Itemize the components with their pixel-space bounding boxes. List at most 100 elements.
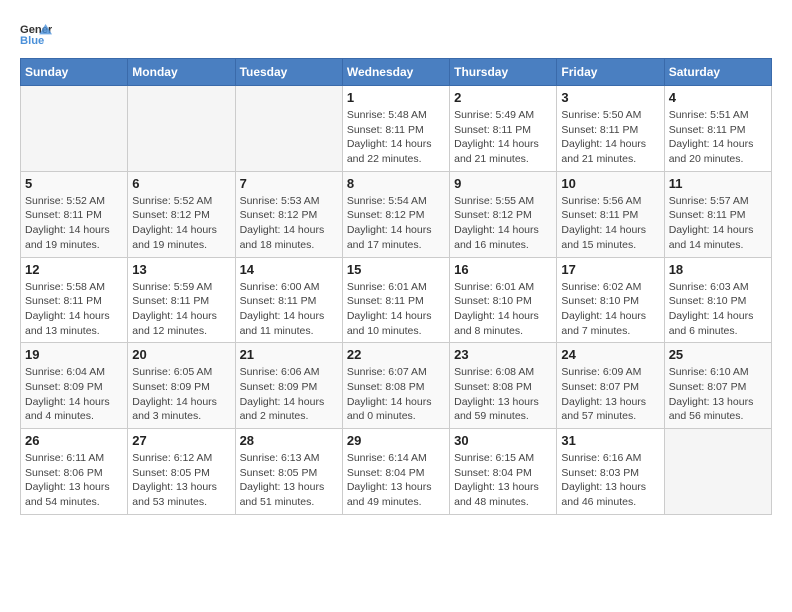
day-number: 22 (347, 347, 445, 362)
day-number: 30 (454, 433, 552, 448)
day-number: 14 (240, 262, 338, 277)
calendar-day-cell: 23Sunrise: 6:08 AM Sunset: 8:08 PM Dayli… (450, 343, 557, 429)
day-number: 31 (561, 433, 659, 448)
day-of-week-header: Monday (128, 59, 235, 86)
day-info: Sunrise: 5:59 AM Sunset: 8:11 PM Dayligh… (132, 280, 230, 339)
day-number: 11 (669, 176, 767, 191)
page-header: General Blue (20, 20, 772, 48)
calendar-week-row: 26 Sunrise: 6:11 AM Sunset: 8:06 PM Dayli… (21, 429, 772, 515)
calendar-day-cell: 11 Sunrise: 5:57 AM Sunset: 8:11 PM Dayli… (664, 171, 771, 257)
day-info: Sunrise: 6:01 AM Sunset: 8:11 PM Dayligh… (347, 280, 445, 339)
calendar-day-cell: 7 Sunrise: 5:53 AM Sunset: 8:12 PM Daylig… (235, 171, 342, 257)
calendar-day-cell: 9Sunrise: 5:55 AM Sunset: 8:12 PM Daylig… (450, 171, 557, 257)
calendar-day-cell: 28 Sunrise: 6:13 AM Sunset: 8:05 PM Dayli… (235, 429, 342, 515)
day-info: Sunrise: 6:14 AM Sunset: 8:04 PM Dayligh… (347, 451, 445, 510)
calendar-day-cell: 14 Sunrise: 6:00 AM Sunset: 8:11 PM Dayli… (235, 257, 342, 343)
day-number: 25 (669, 347, 767, 362)
day-number: 12 (25, 262, 123, 277)
calendar-day-cell: 3 Sunrise: 5:50 AM Sunset: 8:11 PM Daylig… (557, 86, 664, 172)
logo: General Blue (20, 20, 52, 48)
day-number: 29 (347, 433, 445, 448)
day-number: 18 (669, 262, 767, 277)
day-number: 5 (25, 176, 123, 191)
calendar-day-cell: 8 Sunrise: 5:54 AM Sunset: 8:12 PM Daylig… (342, 171, 449, 257)
day-info: Sunrise: 5:49 AM Sunset: 8:11 PM Dayligh… (454, 108, 552, 167)
day-number: 26 (25, 433, 123, 448)
calendar-day-cell: 22Sunrise: 6:07 AM Sunset: 8:08 PM Dayli… (342, 343, 449, 429)
day-of-week-header: Thursday (450, 59, 557, 86)
logo-icon: General Blue (20, 20, 52, 48)
day-info: Sunrise: 5:51 AM Sunset: 8:11 PM Dayligh… (669, 108, 767, 167)
day-info: Sunrise: 5:52 AM Sunset: 8:12 PM Dayligh… (132, 194, 230, 253)
day-info: Sunrise: 6:04 AM Sunset: 8:09 PM Dayligh… (25, 365, 123, 424)
calendar-day-cell (21, 86, 128, 172)
calendar-day-cell: 1 Sunrise: 5:48 AM Sunset: 8:11 PM Daylig… (342, 86, 449, 172)
day-number: 4 (669, 90, 767, 105)
day-number: 2 (454, 90, 552, 105)
calendar-day-cell: 19 Sunrise: 6:04 AM Sunset: 8:09 PM Dayli… (21, 343, 128, 429)
day-info: Sunrise: 5:53 AM Sunset: 8:12 PM Dayligh… (240, 194, 338, 253)
day-info: Sunrise: 6:03 AM Sunset: 8:10 PM Dayligh… (669, 280, 767, 339)
day-info: Sunrise: 6:15 AM Sunset: 8:04 PM Dayligh… (454, 451, 552, 510)
day-info: Sunrise: 6:00 AM Sunset: 8:11 PM Dayligh… (240, 280, 338, 339)
day-number: 7 (240, 176, 338, 191)
day-number: 15 (347, 262, 445, 277)
day-number: 1 (347, 90, 445, 105)
calendar-day-cell: 13 Sunrise: 5:59 AM Sunset: 8:11 PM Dayli… (128, 257, 235, 343)
day-info: Sunrise: 5:54 AM Sunset: 8:12 PM Dayligh… (347, 194, 445, 253)
day-number: 17 (561, 262, 659, 277)
day-info: Sunrise: 6:11 AM Sunset: 8:06 PM Dayligh… (25, 451, 123, 510)
calendar-day-cell: 17Sunrise: 6:02 AM Sunset: 8:10 PM Dayli… (557, 257, 664, 343)
day-info: Sunrise: 6:13 AM Sunset: 8:05 PM Dayligh… (240, 451, 338, 510)
day-number: 13 (132, 262, 230, 277)
calendar-day-cell: 12 Sunrise: 5:58 AM Sunset: 8:11 PM Dayli… (21, 257, 128, 343)
calendar-day-cell: 4 Sunrise: 5:51 AM Sunset: 8:11 PM Daylig… (664, 86, 771, 172)
day-number: 27 (132, 433, 230, 448)
calendar-day-cell: 5 Sunrise: 5:52 AM Sunset: 8:11 PM Daylig… (21, 171, 128, 257)
day-info: Sunrise: 6:12 AM Sunset: 8:05 PM Dayligh… (132, 451, 230, 510)
day-info: Sunrise: 5:58 AM Sunset: 8:11 PM Dayligh… (25, 280, 123, 339)
calendar-week-row: 1 Sunrise: 5:48 AM Sunset: 8:11 PM Daylig… (21, 86, 772, 172)
calendar-day-cell: 18 Sunrise: 6:03 AM Sunset: 8:10 PM Dayli… (664, 257, 771, 343)
day-of-week-header: Tuesday (235, 59, 342, 86)
calendar-day-cell: 20 Sunrise: 6:05 AM Sunset: 8:09 PM Dayli… (128, 343, 235, 429)
day-of-week-header: Saturday (664, 59, 771, 86)
calendar-day-cell: 15 Sunrise: 6:01 AM Sunset: 8:11 PM Dayli… (342, 257, 449, 343)
calendar-day-cell: 21Sunrise: 6:06 AM Sunset: 8:09 PM Dayli… (235, 343, 342, 429)
day-number: 6 (132, 176, 230, 191)
day-of-week-header: Sunday (21, 59, 128, 86)
calendar-day-cell (664, 429, 771, 515)
calendar-day-cell: 27 Sunrise: 6:12 AM Sunset: 8:05 PM Dayli… (128, 429, 235, 515)
calendar-day-cell: 25Sunrise: 6:10 AM Sunset: 8:07 PM Dayli… (664, 343, 771, 429)
day-info: Sunrise: 5:52 AM Sunset: 8:11 PM Dayligh… (25, 194, 123, 253)
day-of-week-header: Wednesday (342, 59, 449, 86)
calendar-day-cell: 26 Sunrise: 6:11 AM Sunset: 8:06 PM Dayli… (21, 429, 128, 515)
calendar-day-cell: 6 Sunrise: 5:52 AM Sunset: 8:12 PM Daylig… (128, 171, 235, 257)
calendar-header-row: SundayMondayTuesdayWednesdayThursdayFrid… (21, 59, 772, 86)
calendar-day-cell: 29 Sunrise: 6:14 AM Sunset: 8:04 PM Dayli… (342, 429, 449, 515)
calendar-day-cell: 31 Sunrise: 6:16 AM Sunset: 8:03 PM Dayli… (557, 429, 664, 515)
day-info: Sunrise: 6:09 AM Sunset: 8:07 PM Dayligh… (561, 365, 659, 424)
calendar-week-row: 12 Sunrise: 5:58 AM Sunset: 8:11 PM Dayli… (21, 257, 772, 343)
calendar-table: SundayMondayTuesdayWednesdayThursdayFrid… (20, 58, 772, 515)
day-number: 16 (454, 262, 552, 277)
day-info: Sunrise: 6:05 AM Sunset: 8:09 PM Dayligh… (132, 365, 230, 424)
day-info: Sunrise: 6:16 AM Sunset: 8:03 PM Dayligh… (561, 451, 659, 510)
day-number: 28 (240, 433, 338, 448)
calendar-day-cell (235, 86, 342, 172)
calendar-day-cell: 24Sunrise: 6:09 AM Sunset: 8:07 PM Dayli… (557, 343, 664, 429)
day-info: Sunrise: 5:56 AM Sunset: 8:11 PM Dayligh… (561, 194, 659, 253)
day-info: Sunrise: 5:57 AM Sunset: 8:11 PM Dayligh… (669, 194, 767, 253)
day-number: 9 (454, 176, 552, 191)
day-info: Sunrise: 5:48 AM Sunset: 8:11 PM Dayligh… (347, 108, 445, 167)
day-number: 10 (561, 176, 659, 191)
day-number: 3 (561, 90, 659, 105)
calendar-day-cell (128, 86, 235, 172)
day-number: 8 (347, 176, 445, 191)
day-number: 19 (25, 347, 123, 362)
day-info: Sunrise: 5:50 AM Sunset: 8:11 PM Dayligh… (561, 108, 659, 167)
day-number: 20 (132, 347, 230, 362)
calendar-day-cell: 10 Sunrise: 5:56 AM Sunset: 8:11 PM Dayli… (557, 171, 664, 257)
svg-text:Blue: Blue (20, 35, 44, 47)
calendar-week-row: 5 Sunrise: 5:52 AM Sunset: 8:11 PM Daylig… (21, 171, 772, 257)
